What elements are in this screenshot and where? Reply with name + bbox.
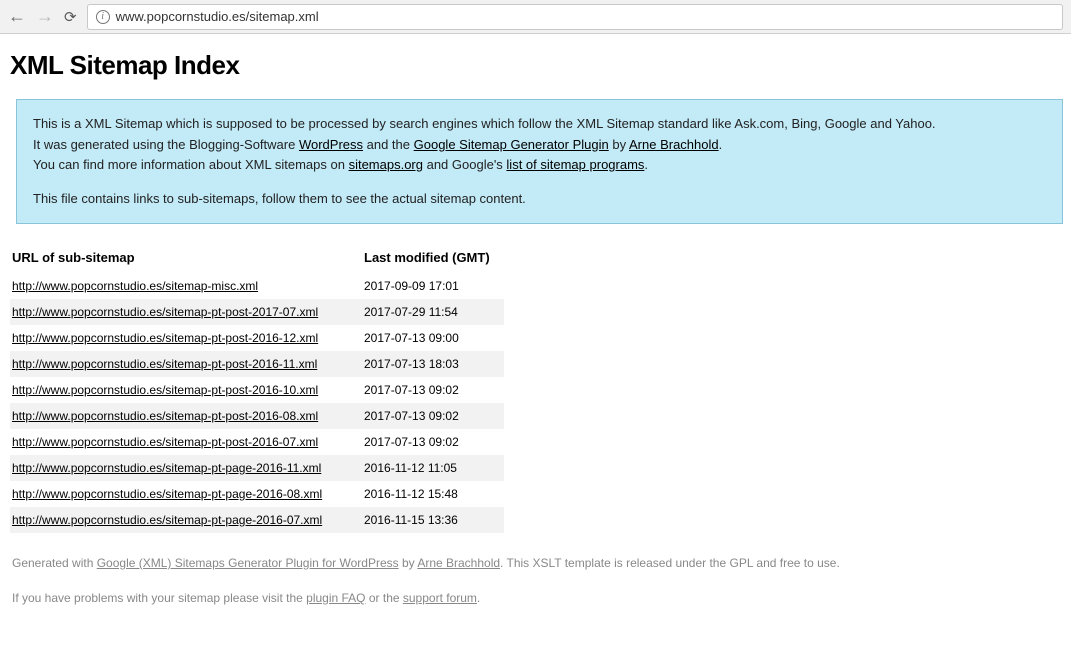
sub-sitemap-link[interactable]: http://www.popcornstudio.es/sitemap-pt-p… — [12, 331, 318, 345]
table-row: http://www.popcornstudio.es/sitemap-pt-p… — [10, 403, 504, 429]
table-row: http://www.popcornstudio.es/sitemap-pt-p… — [10, 481, 504, 507]
sitemap-table: URL of sub-sitemap Last modified (GMT) h… — [10, 244, 504, 533]
sub-sitemap-link[interactable]: http://www.popcornstudio.es/sitemap-pt-p… — [12, 383, 318, 397]
generator-plugin-link[interactable]: Google (XML) Sitemaps Generator Plugin f… — [97, 556, 399, 570]
sitemap-programs-link[interactable]: list of sitemap programs — [506, 157, 644, 172]
sub-sitemap-link[interactable]: http://www.popcornstudio.es/sitemap-misc… — [12, 279, 258, 293]
page-title: XML Sitemap Index — [10, 50, 1063, 81]
plugin-link[interactable]: Google Sitemap Generator Plugin — [414, 137, 609, 152]
last-modified-cell: 2017-07-13 09:02 — [362, 377, 504, 403]
last-modified-cell: 2017-07-13 09:02 — [362, 403, 504, 429]
last-modified-cell: 2017-09-09 17:01 — [362, 273, 504, 299]
info-line-3: You can find more information about XML … — [33, 155, 1046, 175]
address-bar-url: www.popcornstudio.es/sitemap.xml — [116, 9, 319, 24]
sub-sitemap-link[interactable]: http://www.popcornstudio.es/sitemap-pt-p… — [12, 305, 318, 319]
sub-sitemap-link[interactable]: http://www.popcornstudio.es/sitemap-pt-p… — [12, 487, 322, 501]
table-row: http://www.popcornstudio.es/sitemap-pt-p… — [10, 325, 504, 351]
site-info-icon[interactable]: i — [96, 10, 110, 24]
info-box: This is a XML Sitemap which is supposed … — [16, 99, 1063, 224]
last-modified-cell: 2016-11-12 11:05 — [362, 455, 504, 481]
last-modified-cell: 2017-07-13 18:03 — [362, 351, 504, 377]
sub-sitemap-link[interactable]: http://www.popcornstudio.es/sitemap-pt-p… — [12, 513, 322, 527]
wordpress-link[interactable]: WordPress — [299, 137, 363, 152]
table-row: http://www.popcornstudio.es/sitemap-pt-p… — [10, 351, 504, 377]
table-row: http://www.popcornstudio.es/sitemap-pt-p… — [10, 299, 504, 325]
address-bar[interactable]: i www.popcornstudio.es/sitemap.xml — [87, 4, 1063, 30]
sub-sitemap-link[interactable]: http://www.popcornstudio.es/sitemap-pt-p… — [12, 409, 318, 423]
info-line-1: This is a XML Sitemap which is supposed … — [33, 114, 1046, 134]
info-line-4: This file contains links to sub-sitemaps… — [33, 189, 1046, 209]
last-modified-cell: 2017-07-13 09:00 — [362, 325, 504, 351]
table-row: http://www.popcornstudio.es/sitemap-misc… — [10, 273, 504, 299]
last-modified-cell: 2016-11-12 15:48 — [362, 481, 504, 507]
back-button[interactable]: ← — [8, 6, 26, 27]
browser-toolbar: ← → ⟳ i www.popcornstudio.es/sitemap.xml — [0, 0, 1071, 34]
support-forum-link[interactable]: support forum — [403, 591, 477, 605]
info-line-2: It was generated using the Blogging-Soft… — [33, 135, 1046, 155]
footer-problems: If you have problems with your sitemap p… — [12, 590, 1063, 607]
plugin-faq-link[interactable]: plugin FAQ — [306, 591, 365, 605]
table-row: http://www.popcornstudio.es/sitemap-pt-p… — [10, 507, 504, 533]
author-link[interactable]: Arne Brachhold — [629, 137, 719, 152]
footer-generated: Generated with Google (XML) Sitemaps Gen… — [12, 555, 1063, 572]
col-header-modified: Last modified (GMT) — [362, 244, 504, 273]
table-row: http://www.popcornstudio.es/sitemap-pt-p… — [10, 429, 504, 455]
last-modified-cell: 2017-07-13 09:02 — [362, 429, 504, 455]
table-row: http://www.popcornstudio.es/sitemap-pt-p… — [10, 377, 504, 403]
last-modified-cell: 2016-11-15 13:36 — [362, 507, 504, 533]
footer: Generated with Google (XML) Sitemaps Gen… — [12, 555, 1063, 607]
footer-author-link[interactable]: Arne Brachhold — [417, 556, 500, 570]
table-row: http://www.popcornstudio.es/sitemap-pt-p… — [10, 455, 504, 481]
sitemaps-org-link[interactable]: sitemaps.org — [349, 157, 423, 172]
last-modified-cell: 2017-07-29 11:54 — [362, 299, 504, 325]
forward-button[interactable]: → — [36, 6, 54, 27]
sub-sitemap-link[interactable]: http://www.popcornstudio.es/sitemap-pt-p… — [12, 461, 321, 475]
sub-sitemap-link[interactable]: http://www.popcornstudio.es/sitemap-pt-p… — [12, 357, 317, 371]
col-header-url: URL of sub-sitemap — [10, 244, 362, 273]
page-content: XML Sitemap Index This is a XML Sitemap … — [0, 34, 1071, 645]
sub-sitemap-link[interactable]: http://www.popcornstudio.es/sitemap-pt-p… — [12, 435, 318, 449]
reload-button[interactable]: ⟳ — [64, 8, 77, 26]
